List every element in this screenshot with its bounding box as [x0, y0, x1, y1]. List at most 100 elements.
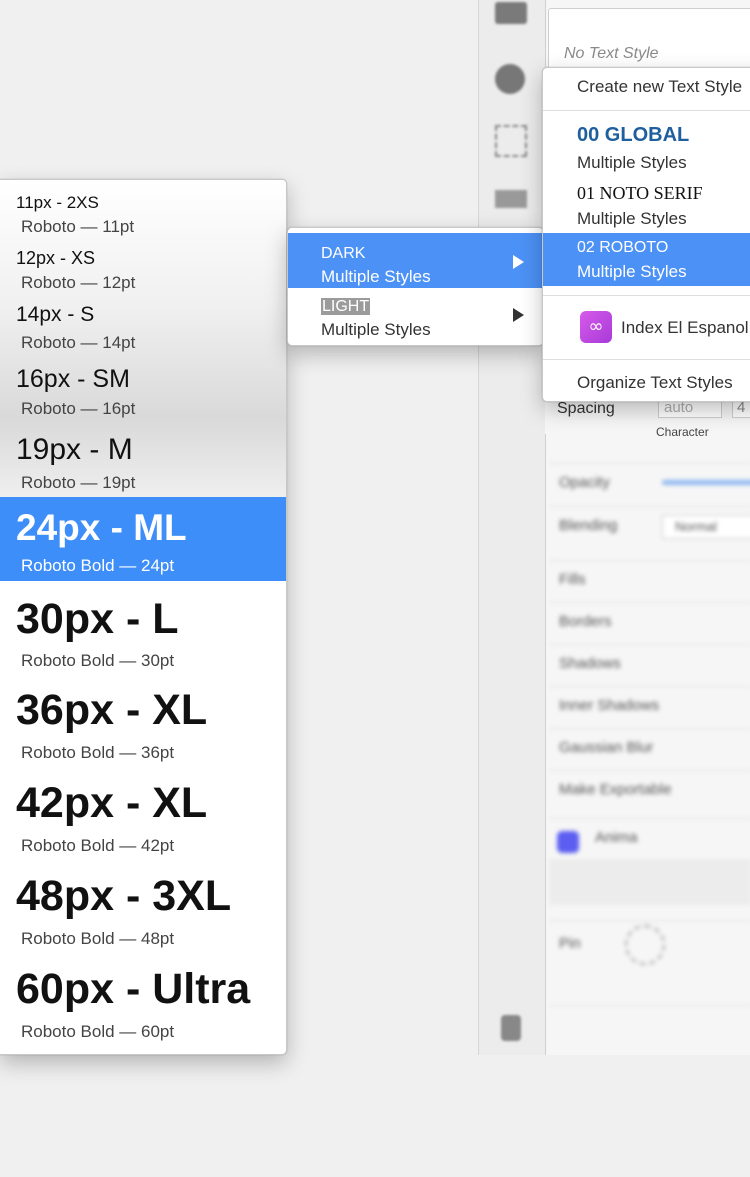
item-subtitle: Roboto Bold — 36pt	[21, 743, 175, 762]
menu-item-48px[interactable]: 48px - 3XL Roboto Bold — 48pt	[0, 860, 286, 953]
item-subtitle: Roboto — 19pt	[21, 473, 136, 492]
menu-item-light[interactable]: LIGHT Multiple Styles	[288, 286, 543, 341]
item-subtitle: Multiple Styles	[577, 209, 687, 228]
menu-item-16px[interactable]: 16px - SM Roboto — 16pt	[0, 360, 286, 427]
blending-row[interactable]: Blending Normal	[549, 506, 750, 547]
item-subtitle: Multiple Styles	[321, 320, 431, 339]
blending-select[interactable]: Normal	[662, 515, 750, 539]
anima-icon[interactable]	[501, 1015, 521, 1041]
menu-separator	[543, 359, 750, 360]
pin-control-icon[interactable]	[625, 925, 665, 965]
anima-logo-icon	[557, 831, 579, 853]
character-label: Character	[656, 425, 709, 439]
borders-label: Borders	[559, 613, 612, 630]
item-label: Create new Text Style	[577, 77, 743, 96]
image-icon[interactable]	[495, 190, 527, 208]
gaussian-blur-row[interactable]: Gaussian Blur	[549, 728, 750, 769]
fills-row[interactable]: Fills	[549, 560, 750, 601]
menu-item-19px[interactable]: 19px - M Roboto — 19pt	[0, 427, 286, 497]
item-title: 00 GLOBAL	[577, 124, 690, 146]
item-subtitle: Multiple Styles	[577, 262, 687, 281]
make-exportable-label: Make Exportable	[559, 781, 672, 798]
inner-shadows-label: Inner Shadows	[559, 697, 660, 714]
bottom-toolbar	[549, 1005, 750, 1054]
opacity-slider[interactable]	[662, 480, 750, 485]
pin-row[interactable]: Pin	[549, 920, 750, 971]
item-subtitle: Roboto — 16pt	[21, 399, 136, 418]
item-title: 16px - SM	[16, 365, 130, 393]
anima-row[interactable]: Anima	[549, 818, 750, 859]
item-subtitle: Multiple Styles	[321, 267, 431, 286]
tool-icon[interactable]	[495, 2, 527, 24]
item-title: 36px - XL	[16, 686, 208, 734]
group-item-roboto[interactable]: 02 ROBOTO Multiple Styles	[543, 233, 750, 286]
item-title: 42px - XL	[16, 779, 208, 827]
item-title: 24px - ML	[16, 507, 187, 548]
inner-shadows-row[interactable]: Inner Shadows	[549, 686, 750, 727]
shadows-label: Shadows	[559, 655, 621, 672]
theme-submenu: DARK Multiple Styles LIGHT Multiple Styl…	[287, 227, 544, 346]
item-title: 60px - Ultra	[16, 965, 251, 1013]
item-title: 48px - 3XL	[16, 872, 232, 920]
menu-item-42px[interactable]: 42px - XL Roboto Bold — 42pt	[0, 767, 286, 860]
plugin-link-icon: ∞	[580, 311, 612, 343]
text-style-placeholder: No Text Style	[564, 45, 659, 62]
menu-item-14px[interactable]: 14px - S Roboto — 14pt	[0, 300, 286, 360]
item-title: 14px - S	[16, 303, 95, 326]
light-highlight: LIGHT	[321, 298, 371, 315]
item-title: 12px - XS	[16, 248, 96, 268]
submenu-arrow-icon	[513, 308, 524, 322]
menu-item-11px[interactable]: 11px - 2XS Roboto — 11pt	[0, 188, 286, 244]
toolbar-strip	[478, 0, 546, 1055]
transform-icon[interactable]	[495, 125, 527, 157]
item-title: LIGHT	[321, 298, 371, 316]
item-label: Index El Espanol	[621, 318, 749, 337]
item-subtitle: Roboto Bold — 24pt	[21, 556, 175, 575]
item-label: Organize Text Styles	[577, 373, 733, 392]
shadows-row[interactable]: Shadows	[549, 644, 750, 685]
group-item-noto-serif[interactable]: 01 NOTO SERIF Multiple Styles	[543, 176, 750, 232]
menu-item-30px[interactable]: 30px - L Roboto Bold — 30pt	[0, 581, 286, 674]
pin-label: Pin	[559, 935, 581, 952]
menu-item-12px[interactable]: 12px - XS Roboto — 12pt	[0, 244, 286, 300]
create-text-style-item[interactable]: Create new Text Style	[543, 68, 750, 104]
item-subtitle: Roboto Bold — 42pt	[21, 836, 175, 855]
menu-separator	[543, 295, 750, 296]
menu-item-dark[interactable]: DARK Multiple Styles	[288, 233, 543, 288]
text-style-select[interactable]: No Text Style	[548, 8, 750, 72]
anima-tabs[interactable]	[549, 860, 750, 905]
item-title: 01 NOTO SERIF	[577, 183, 703, 203]
item-subtitle: Roboto Bold — 60pt	[21, 1022, 175, 1041]
item-subtitle: Roboto — 11pt	[21, 217, 135, 236]
item-subtitle: Roboto Bold — 48pt	[21, 929, 175, 948]
blending-label: Blending	[559, 517, 618, 534]
item-title: 19px - M	[16, 433, 133, 466]
item-subtitle: Roboto — 12pt	[21, 273, 136, 292]
text-styles-menu: Create new Text Style 00 GLOBAL Multiple…	[542, 67, 750, 402]
spacing-label: Spacing	[557, 400, 615, 417]
menu-item-36px[interactable]: 36px - XL Roboto Bold — 36pt	[0, 674, 286, 767]
fills-label: Fills	[559, 571, 586, 588]
item-title: DARK	[321, 245, 366, 262]
item-subtitle: Roboto Bold — 30pt	[21, 651, 175, 670]
plugin-item[interactable]: ∞ Index El Espanol	[543, 299, 750, 355]
settings-icon[interactable]	[495, 64, 525, 94]
item-title: 30px - L	[16, 595, 179, 643]
opacity-label: Opacity	[559, 474, 610, 491]
item-title: 02 ROBOTO	[577, 239, 669, 256]
organize-text-styles-item[interactable]: Organize Text Styles	[543, 364, 750, 400]
menu-separator	[543, 110, 750, 111]
anima-label: Anima	[595, 829, 638, 846]
item-subtitle: Roboto — 14pt	[21, 333, 136, 352]
make-exportable-row[interactable]: Make Exportable	[549, 770, 750, 811]
submenu-arrow-icon	[513, 255, 524, 269]
menu-item-24px-selected[interactable]: 24px - ML Roboto Bold — 24pt	[0, 497, 286, 581]
gaussian-blur-label: Gaussian Blur	[559, 739, 654, 756]
menu-item-60px[interactable]: 60px - Ultra Roboto Bold — 60pt	[0, 953, 286, 1049]
borders-row[interactable]: Borders	[549, 602, 750, 643]
group-item-global[interactable]: 00 GLOBAL Multiple Styles	[543, 118, 750, 174]
opacity-row[interactable]: Opacity	[549, 463, 750, 504]
text-sizes-menu: 11px - 2XS Roboto — 11pt 12px - XS Robot…	[0, 179, 287, 1055]
item-subtitle: Multiple Styles	[577, 153, 687, 172]
item-title: 11px - 2XS	[16, 193, 99, 212]
